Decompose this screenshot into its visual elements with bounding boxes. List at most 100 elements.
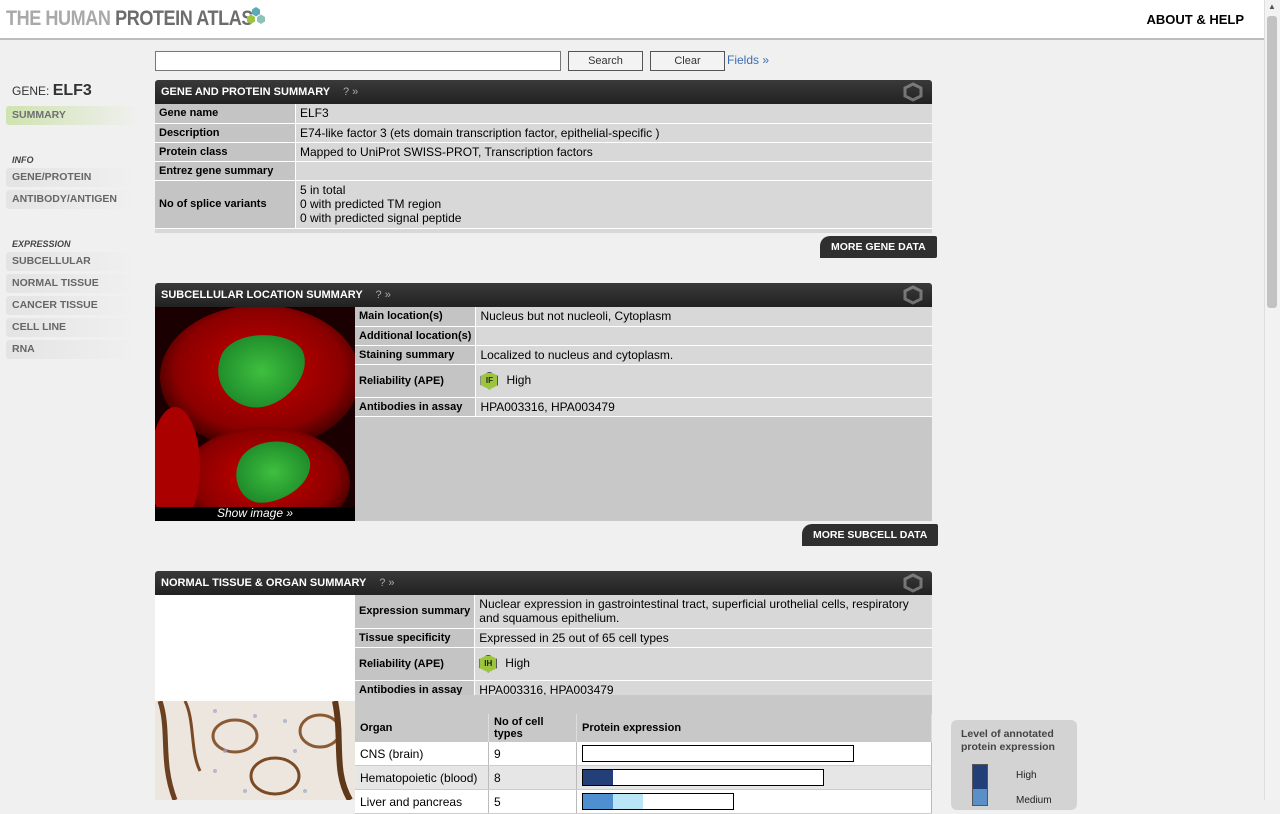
sidebar-item-cell-line[interactable]: CELL LINE: [6, 318, 138, 337]
row-label: Antibodies in assay: [355, 397, 477, 417]
column-header-organ: Organ: [355, 714, 489, 742]
sidebar-item-antibody-antigen[interactable]: ANTIBODY/ANTIGEN: [6, 190, 138, 209]
expression-bar: [582, 745, 854, 762]
organ-cell-count: 8: [488, 765, 577, 790]
entrez-value: [295, 161, 932, 181]
table-row: Reliability (APE) IH High: [355, 647, 932, 681]
gene-title: GENE: ELF3: [12, 82, 92, 100]
legend-high: High: [1016, 770, 1037, 781]
splice-line: 0 with predicted signal peptide: [300, 211, 462, 225]
tissue-table: Expression summary Nuclear expression in…: [355, 595, 932, 700]
expression-segment-high: [583, 770, 613, 785]
expression-legend: Level of annotated protein expression Hi…: [951, 720, 1077, 810]
gene-name-value: ELF3: [295, 104, 932, 124]
subcellular-image[interactable]: Show image »: [155, 307, 355, 521]
table-row: Entrez gene summary: [155, 161, 932, 181]
row-label: Description: [155, 123, 296, 143]
splice-line: 5 in total: [300, 183, 346, 197]
row-label: Tissue specificity: [355, 628, 476, 648]
sidebar-item-gene-protein[interactable]: GENE/PROTEIN: [6, 168, 138, 187]
table-row[interactable]: CNS (brain) 9: [355, 742, 932, 766]
sidebar-item-subcellular-location[interactable]: SUBCELLULAR LOCATION: [6, 252, 138, 286]
search-button[interactable]: Search: [568, 51, 643, 71]
fields-link[interactable]: Fields »: [727, 53, 769, 67]
gene-name: ELF3: [52, 82, 92, 99]
organ-name: Liver and pancreas: [355, 789, 489, 814]
table-row: Additional location(s): [355, 326, 932, 346]
about-help-link[interactable]: ABOUT & HELP: [1147, 12, 1245, 27]
legend-medium: Medium: [1016, 795, 1052, 806]
expression-segment-low: [613, 794, 643, 809]
subcell-panel-fill: [355, 417, 932, 521]
row-label: Reliability (APE): [355, 647, 476, 681]
splice-variants-value: 5 in total 0 with predicted TM region 0 …: [295, 180, 932, 229]
expression-summary-value: Nuclear expression in gastrointestinal t…: [474, 595, 932, 629]
tissue-specificity-value: Expressed in 25 out of 65 cell types: [474, 628, 932, 648]
page-scrollbar[interactable]: ▲: [1264, 0, 1280, 800]
organ-cell-count: 5: [488, 789, 577, 814]
expression-cell: [576, 742, 932, 766]
antibodies-value: HPA003316, HPA003479: [475, 397, 932, 417]
sidebar-item-normal-tissue[interactable]: NORMAL TISSUE: [6, 274, 138, 293]
subcell-summary-header: SUBCELLULAR LOCATION SUMMARY ? »: [155, 283, 932, 307]
expression-cell: [576, 765, 932, 790]
gene-prefix: GENE:: [12, 84, 50, 98]
legend-title: Level of annotated protein expression: [961, 728, 1055, 753]
protein-class-value: Mapped to UniProt SWISS-PROT, Transcript…: [295, 142, 932, 162]
organ-name: CNS (brain): [355, 742, 489, 766]
row-label: Gene name: [155, 104, 296, 124]
scroll-up-icon[interactable]: ▲: [1268, 2, 1276, 11]
gene-summary-table: Gene name ELF3 Description E74-like fact…: [155, 104, 932, 229]
row-label: Main location(s): [355, 307, 477, 327]
help-link[interactable]: ? »: [379, 577, 394, 589]
sidebar-item-cancer-tissue[interactable]: CANCER TISSUE: [6, 296, 138, 315]
more-subcell-data-button[interactable]: MORE SUBCELL DATA: [802, 524, 939, 546]
column-header-cell-types: No of cell types: [488, 714, 577, 742]
tissue-image[interactable]: [155, 701, 355, 800]
table-row[interactable]: Hematopoietic (blood) 8: [355, 765, 932, 790]
hexagon-decoration-icon: [903, 573, 923, 593]
more-gene-data-button[interactable]: MORE GENE DATA: [820, 236, 937, 258]
gene-summary-header: GENE AND PROTEIN SUMMARY ? »: [155, 80, 932, 104]
show-image-link[interactable]: Show image »: [155, 506, 355, 521]
expression-segment-medium: [583, 794, 613, 809]
sidebar-item-rna[interactable]: RNA: [6, 340, 138, 359]
scrollbar-thumb[interactable]: [1267, 16, 1277, 308]
row-label: Reliability (APE): [355, 364, 477, 398]
tissue-summary-title: NORMAL TISSUE & ORGAN SUMMARY: [161, 577, 367, 589]
subcell-summary-title: SUBCELLULAR LOCATION SUMMARY: [161, 289, 363, 301]
site-logo[interactable]: THE HUMAN PROTEIN ATLAS: [6, 7, 253, 31]
organ-cell-count: 9: [488, 742, 577, 766]
help-link[interactable]: ? »: [343, 86, 358, 98]
panel-bottom: [155, 229, 932, 233]
sidebar-heading-info: INFO: [12, 155, 34, 165]
help-link[interactable]: ? »: [376, 289, 391, 301]
table-row: Antibodies in assay HPA003316, HPA003479: [355, 397, 932, 417]
hexagon-decoration-icon: [903, 285, 923, 305]
row-label: Entrez gene summary: [155, 161, 296, 181]
sidebar-item-summary[interactable]: SUMMARY: [6, 106, 138, 125]
hexagon-logo-icon: [247, 7, 265, 24]
table-row: Tissue specificity Expressed in 25 out o…: [355, 628, 932, 648]
tissue-summary-header: NORMAL TISSUE & ORGAN SUMMARY ? »: [155, 571, 932, 595]
table-row: Protein class Mapped to UniProt SWISS-PR…: [155, 142, 932, 162]
search-input[interactable]: [155, 51, 561, 71]
organ-name: Hematopoietic (blood): [355, 765, 489, 790]
if-stain-image: [155, 307, 355, 521]
row-label: No of splice variants: [155, 180, 296, 229]
row-label: Expression summary: [355, 595, 476, 629]
organ-table: Organ No of cell types Protein expressio…: [355, 714, 932, 814]
table-row[interactable]: Liver and pancreas 5: [355, 789, 932, 814]
clear-button[interactable]: Clear: [650, 51, 725, 71]
sidebar-heading-expression: EXPRESSION: [12, 239, 71, 249]
reliability-text: High: [506, 372, 532, 387]
if-reliability-badge-icon[interactable]: IF: [480, 371, 499, 390]
ih-reliability-badge-icon[interactable]: IH: [479, 654, 498, 673]
hexagon-decoration-icon: [903, 82, 923, 102]
column-header-protein-expression: Protein expression: [576, 714, 932, 742]
site-header: THE HUMAN PROTEIN ATLAS ABOUT & HELP: [0, 0, 1265, 40]
table-row: Main location(s) Nucleus but not nucleol…: [355, 307, 932, 327]
logo-prefix: THE HUMAN: [6, 7, 111, 30]
table-row: Gene name ELF3: [155, 104, 932, 124]
table-row: Description E74-like factor 3 (ets domai…: [155, 123, 932, 143]
